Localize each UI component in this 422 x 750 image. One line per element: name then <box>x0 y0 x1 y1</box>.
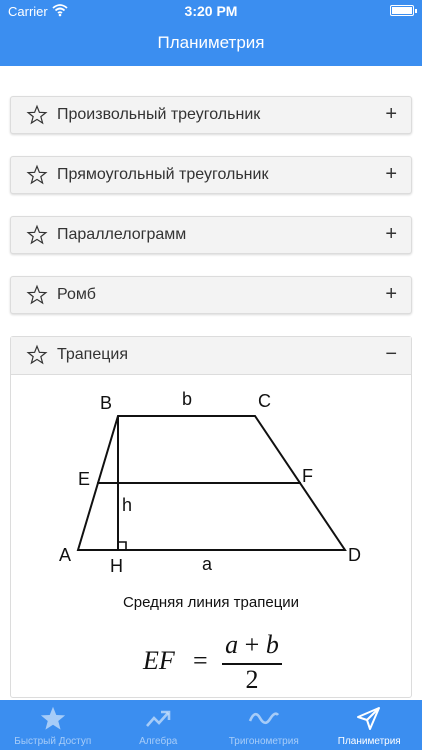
label-a-side: a <box>202 554 213 574</box>
section-arbitrary-triangle[interactable]: Произвольный треугольник + <box>10 96 412 134</box>
label-f-vertex: F <box>302 466 313 486</box>
tab-quick-access[interactable]: Быстрый Доступ <box>0 700 106 750</box>
section-right-triangle[interactable]: Прямоугольный треугольник + <box>10 156 412 194</box>
label-d-vertex: D <box>348 545 361 565</box>
formula-lhs: EF <box>143 646 175 675</box>
star-icon <box>40 706 65 730</box>
star-icon[interactable] <box>26 104 48 126</box>
formula-equals: = <box>193 646 208 675</box>
status-time: 3:20 PM <box>184 3 238 19</box>
label-b-side: b <box>182 389 192 409</box>
tab-label: Тригонометрия <box>228 736 299 747</box>
battery-icon <box>390 5 417 16</box>
status-bar: Carrier 3:20 PM <box>0 0 422 22</box>
label-h-height: h <box>122 495 132 515</box>
tab-label: Алгебра <box>139 736 178 747</box>
formula-numerator: a + b <box>225 630 279 659</box>
section-label: Произвольный треугольник <box>57 106 261 123</box>
paper-plane-icon <box>357 707 381 730</box>
label-e-vertex: E <box>78 469 90 489</box>
section-parallelogram[interactable]: Параллелограмм + <box>10 216 412 254</box>
expand-icon[interactable]: + <box>385 223 397 246</box>
page-title: Планиметрия <box>157 33 265 52</box>
right-angle-mark <box>118 541 127 550</box>
trapezoid-diagram: B b C E F h A H a D <box>59 389 361 576</box>
collapse-icon[interactable]: − <box>385 343 397 366</box>
section-label: Трапеция <box>57 346 128 363</box>
section-label: Ромб <box>57 286 96 303</box>
navigation-bar: Планиметрия <box>0 22 422 66</box>
section-rhombus[interactable]: Ромб + <box>10 276 412 314</box>
star-icon[interactable] <box>26 284 48 306</box>
expand-icon[interactable]: + <box>385 103 397 126</box>
star-icon[interactable] <box>26 224 48 246</box>
expand-icon[interactable]: + <box>385 283 397 306</box>
section-label: Параллелограмм <box>57 226 187 243</box>
star-icon[interactable] <box>26 344 48 366</box>
midline-formula: EF = a + b 2 <box>0 630 422 694</box>
star-icon[interactable] <box>26 164 48 186</box>
label-h-foot: H <box>110 556 123 576</box>
tab-bar: Быстрый Доступ Алгебра Тригонометрия Пла… <box>0 700 422 750</box>
trend-icon <box>146 710 171 727</box>
sine-icon <box>248 712 279 725</box>
tab-label: Планиметрия <box>337 736 401 747</box>
formula-denominator: 2 <box>245 665 259 694</box>
diagram-caption: Средняя линия трапеции <box>122 594 300 611</box>
section-trapezoid-header[interactable]: Трапеция − <box>11 337 411 375</box>
tab-label: Быстрый Доступ <box>14 736 92 747</box>
section-label: Прямоугольный треугольник <box>57 166 269 183</box>
tab-planimetry[interactable]: Планиметрия <box>317 700 422 750</box>
expand-icon[interactable]: + <box>385 163 397 186</box>
label-b-vertex: B <box>100 393 112 413</box>
tab-algebra[interactable]: Алгебра <box>106 700 212 750</box>
label-c-vertex: C <box>258 391 271 411</box>
tab-trigonometry[interactable]: Тригонометрия <box>211 700 317 750</box>
label-a-vertex: A <box>59 545 71 565</box>
